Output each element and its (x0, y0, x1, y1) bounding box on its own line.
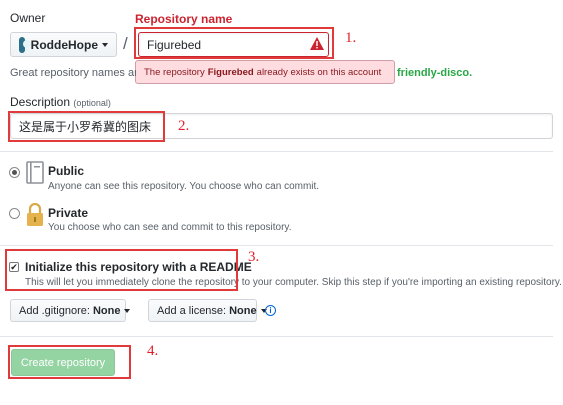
repo-error-suffix: already exists on this account (256, 66, 382, 78)
annotation-box-2 (8, 111, 165, 142)
visibility-private-desc: You choose who can see and commit to thi… (48, 222, 292, 233)
annotation-box-3 (5, 249, 238, 291)
visibility-private-radio[interactable] (9, 208, 20, 219)
visibility-private-title: Private (48, 206, 89, 220)
repo-error-tooltip: The repository Figurebed already exists … (135, 60, 395, 84)
license-value: None (229, 304, 257, 317)
gitignore-select[interactable]: Add .gitignore: None (10, 299, 131, 322)
visibility-public-radio[interactable] (9, 167, 20, 178)
annotation-number-3: 3. (248, 249, 260, 265)
owner-label: Owner (10, 11, 46, 25)
public-icon (25, 161, 45, 188)
owner-avatar (19, 36, 31, 53)
annotation-box-1 (134, 27, 334, 59)
annotation-box-4 (8, 345, 131, 379)
chevron-down-icon (102, 42, 108, 47)
chevron-down-icon (124, 308, 131, 313)
visibility-public-title: Public (48, 164, 85, 178)
annotation-number-4: 4. (147, 343, 159, 359)
gitignore-label: Add .gitignore: (19, 304, 90, 317)
license-select[interactable]: Add a license: None (148, 299, 267, 322)
description-label-text: Description (10, 95, 71, 109)
divider-middle (0, 245, 553, 246)
owner-name: RoddeHope (30, 37, 98, 52)
repo-error-name: Figurebed (207, 66, 254, 78)
repo-error-prefix: The repository (144, 66, 205, 78)
owner-repo-separator: / (123, 34, 128, 53)
divider-bottom (0, 336, 553, 337)
license-label: Add a license: (157, 304, 227, 317)
visibility-public-desc: Anyone can see this repository. You choo… (48, 181, 320, 192)
gitignore-value: None (92, 304, 121, 317)
annotation-number-2: 2. (178, 118, 190, 134)
repo-name-label: Repository name (135, 12, 233, 26)
repo-name-suggestion[interactable]: friendly-disco. (397, 67, 472, 79)
description-optional: (optional) (73, 98, 111, 108)
info-icon[interactable]: i (265, 305, 276, 316)
lock-icon (25, 202, 45, 231)
annotation-number-1: 1. (345, 30, 357, 46)
divider-top (0, 151, 553, 152)
owner-select[interactable]: RoddeHope (10, 32, 117, 57)
description-label: Description (optional) (10, 95, 111, 109)
repo-name-hint: Great repository names are (10, 67, 136, 79)
